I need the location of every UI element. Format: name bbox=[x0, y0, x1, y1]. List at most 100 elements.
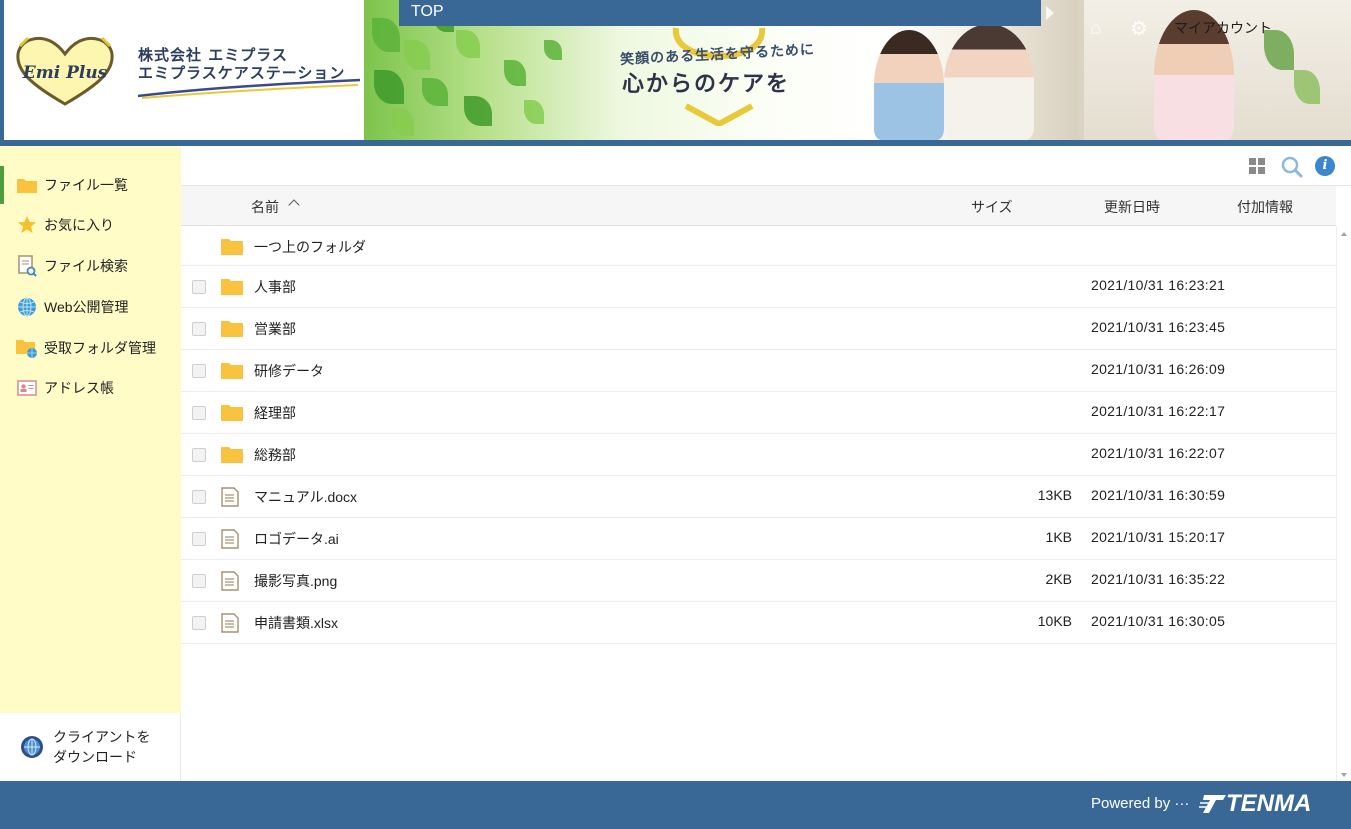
folder-icon bbox=[221, 361, 243, 379]
download-globe-icon bbox=[21, 736, 43, 758]
banner-photo-person bbox=[944, 24, 1034, 140]
file-name[interactable]: 経理部 bbox=[254, 403, 296, 423]
company-name-line1: 株式会社 エミプラス bbox=[138, 46, 288, 64]
file-icon bbox=[221, 571, 243, 591]
footer: Powered by ··· TENMA bbox=[0, 781, 1351, 829]
banner-title: 心からのケアを bbox=[622, 72, 791, 97]
column-header-size[interactable]: サイズ bbox=[971, 197, 1013, 217]
table-row[interactable]: 営業部 2021/10/31 16:23:45 bbox=[181, 308, 1336, 350]
app-header: Emi Plus 株式会社 エミプラス エミプラスケアステーション 笑顔のある生… bbox=[0, 0, 1351, 146]
logo-text: Emi Plus bbox=[22, 63, 108, 83]
table-row[interactable]: ロゴデータ.ai 1KB 2021/10/31 15:20:17 bbox=[181, 518, 1336, 560]
file-updated: 2021/10/31 16:26:09 bbox=[1091, 361, 1226, 377]
gear-icon[interactable]: ⚙ bbox=[1130, 18, 1150, 38]
row-checkbox[interactable] bbox=[192, 322, 206, 336]
download-client-label[interactable]: クライアントを ダウンロード bbox=[53, 727, 150, 767]
table-row[interactable]: 経理部 2021/10/31 16:22:17 bbox=[181, 392, 1336, 434]
tenma-logo-icon bbox=[1199, 795, 1226, 813]
table-row[interactable]: 研修データ 2021/10/31 16:26:09 bbox=[181, 350, 1336, 392]
file-name[interactable]: 総務部 bbox=[254, 445, 296, 465]
file-name[interactable]: 営業部 bbox=[254, 319, 296, 339]
file-updated: 2021/10/31 16:23:45 bbox=[1091, 319, 1226, 335]
row-checkbox[interactable] bbox=[192, 364, 206, 378]
search-icon[interactable] bbox=[1281, 156, 1303, 178]
company-swoosh-decoration bbox=[137, 78, 361, 99]
file-name[interactable]: 人事部 bbox=[254, 277, 296, 297]
row-checkbox[interactable] bbox=[192, 574, 206, 588]
star-icon bbox=[16, 215, 38, 235]
file-name[interactable]: マニュアル.docx bbox=[254, 487, 357, 507]
sidebar-item-file-search[interactable]: ファイル検索 bbox=[0, 247, 181, 285]
file-size: 2KB bbox=[1045, 571, 1072, 587]
folder-icon bbox=[16, 175, 38, 195]
row-checkbox[interactable] bbox=[192, 532, 206, 546]
toolbar: i bbox=[181, 146, 1351, 186]
file-name[interactable]: ロゴデータ.ai bbox=[254, 529, 339, 549]
file-table-header: 名前 サイズ 更新日時 付加情報 bbox=[181, 186, 1336, 226]
globe-icon bbox=[16, 297, 38, 317]
file-icon bbox=[221, 613, 243, 633]
row-checkbox[interactable] bbox=[192, 448, 206, 462]
column-header-extra[interactable]: 付加情報 bbox=[1237, 197, 1293, 217]
file-size: 10KB bbox=[1037, 613, 1072, 629]
table-row[interactable]: 総務部 2021/10/31 16:22:07 bbox=[181, 434, 1336, 476]
banner-next-arrow-icon[interactable] bbox=[1046, 6, 1054, 20]
sidebar-item-file-list[interactable]: ファイル一覧 bbox=[0, 166, 181, 204]
vertical-scrollbar[interactable] bbox=[1336, 226, 1351, 781]
file-size: 1KB bbox=[1045, 529, 1072, 545]
file-name[interactable]: 研修データ bbox=[254, 361, 324, 381]
my-account-link[interactable]: マイアカウント bbox=[1174, 18, 1272, 38]
emi-plus-logo: Emi Plus bbox=[16, 36, 114, 106]
sidebar-item-web-publish[interactable]: Web公開管理 bbox=[0, 288, 181, 326]
breadcrumb[interactable]: TOP bbox=[399, 0, 1041, 26]
info-icon[interactable]: i bbox=[1315, 156, 1335, 176]
row-checkbox[interactable] bbox=[192, 406, 206, 420]
table-row[interactable]: 撮影写真.png 2KB 2021/10/31 16:35:22 bbox=[181, 560, 1336, 602]
sidebar-item-favorites[interactable]: お気に入り bbox=[0, 206, 181, 244]
row-checkbox[interactable] bbox=[192, 490, 206, 504]
file-name[interactable]: 申請書類.xlsx bbox=[254, 613, 338, 633]
file-search-icon bbox=[16, 255, 38, 277]
home-icon[interactable]: ⌂ bbox=[1090, 18, 1101, 39]
breadcrumb-top[interactable]: TOP bbox=[411, 3, 444, 20]
folder-globe-icon bbox=[16, 338, 38, 358]
download-client-button[interactable]: クライアントを ダウンロード bbox=[0, 713, 181, 781]
file-updated: 2021/10/31 16:30:59 bbox=[1091, 487, 1226, 503]
sidebar-item-address-book[interactable]: アドレス帳 bbox=[0, 369, 181, 407]
row-checkbox[interactable] bbox=[192, 280, 206, 294]
sidebar-item-label: アドレス帳 bbox=[44, 380, 114, 396]
row-checkbox[interactable] bbox=[192, 616, 206, 630]
file-updated: 2021/10/31 15:20:17 bbox=[1091, 529, 1226, 545]
table-row[interactable]: マニュアル.docx 13KB 2021/10/31 16:30:59 bbox=[181, 476, 1336, 518]
sidebar: ファイル一覧 お気に入り ファイル検索 Web公開管理 受取フォルダ管理 アドレ… bbox=[0, 146, 181, 713]
folder-icon bbox=[221, 277, 243, 295]
column-header-updated[interactable]: 更新日時 bbox=[1104, 197, 1160, 217]
folder-icon bbox=[221, 403, 243, 421]
company-logo-area[interactable]: Emi Plus 株式会社 エミプラス エミプラスケアステーション bbox=[4, 0, 364, 140]
file-updated: 2021/10/31 16:35:22 bbox=[1091, 571, 1226, 587]
folder-icon bbox=[221, 319, 243, 337]
column-header-name[interactable]: 名前 bbox=[251, 197, 279, 217]
parent-folder-row[interactable]: 一つ上のフォルダ bbox=[181, 226, 1336, 266]
sidebar-item-receive-folder[interactable]: 受取フォルダ管理 bbox=[0, 329, 181, 367]
file-updated: 2021/10/31 16:23:21 bbox=[1091, 277, 1226, 293]
sort-ascending-icon[interactable] bbox=[288, 199, 300, 211]
file-icon bbox=[221, 487, 243, 507]
folder-icon bbox=[221, 239, 243, 255]
file-name[interactable]: 撮影写真.png bbox=[254, 571, 337, 591]
scroll-down-arrow-icon[interactable] bbox=[1341, 773, 1347, 777]
sidebar-item-label: お気に入り bbox=[44, 217, 114, 233]
file-size: 13KB bbox=[1037, 487, 1072, 503]
download-client-line2: ダウンロード bbox=[53, 749, 137, 765]
folder-icon bbox=[221, 445, 243, 463]
file-icon bbox=[221, 529, 243, 549]
grid-view-icon[interactable] bbox=[1249, 158, 1265, 174]
file-updated: 2021/10/31 16:22:17 bbox=[1091, 403, 1226, 419]
table-row[interactable]: 申請書類.xlsx 10KB 2021/10/31 16:30:05 bbox=[181, 602, 1336, 644]
table-row[interactable]: 人事部 2021/10/31 16:23:21 bbox=[181, 266, 1336, 308]
banner-photo-person bbox=[874, 30, 944, 140]
scroll-up-arrow-icon[interactable] bbox=[1341, 232, 1347, 236]
parent-folder-label[interactable]: 一つ上のフォルダ bbox=[254, 237, 366, 257]
file-updated: 2021/10/31 16:22:07 bbox=[1091, 445, 1226, 461]
sidebar-item-label: ファイル一覧 bbox=[44, 177, 128, 193]
